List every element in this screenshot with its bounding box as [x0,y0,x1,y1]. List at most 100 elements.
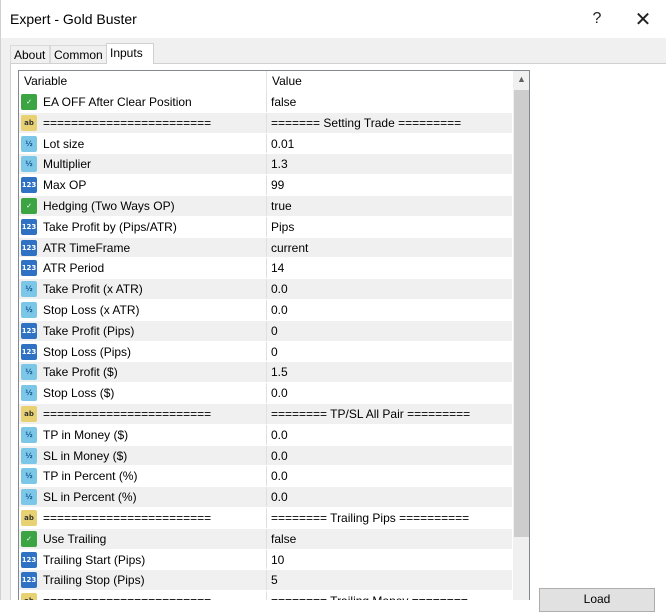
input-row[interactable]: ½ TP in Money ($) 0.0 [19,424,512,446]
value-text[interactable]: 0.0 [271,466,288,486]
input-row[interactable]: ½ SL in Money ($) 0.0 [19,445,512,467]
string-icon: ab [21,509,37,526]
double-icon: ½ [21,301,37,318]
value-cell[interactable]: 0.0 [267,446,512,466]
value-text[interactable]: ======= Setting Trade ========= [271,113,461,133]
input-row[interactable]: 123 Trailing Stop (Pips) 5 [19,570,512,592]
integer-icon: 123 [21,239,37,256]
value-cell[interactable]: false [267,92,512,112]
input-row[interactable]: ✓ Hedging (Two Ways OP) true [19,195,512,217]
input-row[interactable]: 123 Stop Loss (Pips) 0 [19,341,512,363]
value-text[interactable]: 1.3 [271,154,288,174]
input-row[interactable]: 123 Take Profit (Pips) 0 [19,320,512,342]
value-cell[interactable]: ======= Setting Trade ========= [267,113,512,133]
scrollbar-thumb[interactable] [514,90,529,537]
value-text[interactable]: 0.0 [271,487,288,507]
value-text[interactable]: 0.0 [271,279,288,299]
input-row[interactable]: 123 ATR Period 14 [19,258,512,280]
value-cell[interactable]: 0.0 [267,300,512,320]
value-cell[interactable]: 5 [267,570,512,590]
input-row[interactable]: ½ Multiplier 1.3 [19,154,512,176]
expert-properties-dialog: Expert - Gold Buster ? ✕ About Common In… [0,0,666,612]
variable-name: Take Profit by (Pips/ATR) [43,219,177,234]
input-row[interactable]: ½ Take Profit (x ATR) 0.0 [19,279,512,300]
value-text[interactable]: true [271,196,292,216]
value-text[interactable]: 0.01 [271,134,294,154]
value-text[interactable]: 0 [271,321,278,341]
input-row[interactable]: ½ Lot size 0.01 [19,133,512,155]
value-cell[interactable]: 0.0 [267,383,512,403]
value-text[interactable]: ======== Trailing Money ======== [271,591,468,600]
value-cell[interactable]: 0 [267,321,512,341]
tab-inputs[interactable]: Inputs [106,43,154,64]
variable-cell: 123 Max OP [19,175,267,195]
value-text[interactable]: 0.0 [271,383,288,403]
tab-common[interactable]: Common [50,45,113,63]
value-text[interactable]: false [271,529,296,549]
value-text[interactable]: 99 [271,175,284,195]
integer-icon: 123 [21,343,37,360]
input-row[interactable]: 123 Trailing Start (Pips) 10 [19,549,512,571]
variable-name: Stop Loss (x ATR) [43,302,140,317]
value-cell[interactable]: 10 [267,550,512,570]
tab-about[interactable]: About [10,45,50,63]
help-button[interactable]: ? [575,0,619,38]
value-text[interactable]: 0 [271,342,278,362]
value-cell[interactable]: current [267,238,512,258]
vertical-scrollbar[interactable]: ▲ [513,71,529,600]
double-icon: ½ [21,489,37,506]
value-text[interactable]: current [271,238,308,258]
input-row[interactable]: ab ======================== ======== TP/SL… [19,403,512,425]
column-header-value[interactable]: Value [267,71,512,92]
column-header-variable[interactable]: Variable [19,71,267,92]
input-row[interactable]: ½ SL in Percent (%) 0.0 [19,487,512,508]
value-cell[interactable]: ======== Trailing Pips ========== [267,508,512,528]
load-button[interactable]: Load [539,588,655,612]
input-row[interactable]: ½ TP in Percent (%) 0.0 [19,466,512,488]
input-row[interactable]: 123 ATR TimeFrame current [19,237,512,259]
value-text[interactable]: 0.0 [271,425,288,445]
value-text[interactable]: ======== Trailing Pips ========== [271,508,469,528]
value-text[interactable]: 14 [271,258,284,278]
input-row[interactable]: ½ Stop Loss (x ATR) 0.0 [19,299,512,321]
input-row[interactable]: 123 Max OP 99 [19,175,512,196]
double-icon: ½ [21,468,37,485]
input-row[interactable]: 123 Take Profit by (Pips/ATR) Pips [19,216,512,238]
input-row[interactable]: ab ======================== ======= Settin… [19,112,512,134]
input-row[interactable]: ab ======================== ======== Trail… [19,591,512,600]
value-text[interactable]: 5 [271,570,278,590]
double-icon: ½ [21,447,37,464]
close-button[interactable]: ✕ [621,0,665,38]
value-cell[interactable]: 1.5 [267,362,512,382]
value-cell[interactable]: 0.0 [267,487,512,507]
input-row[interactable]: ✓ EA OFF After Clear Position false [19,92,512,113]
value-text[interactable]: ======== TP/SL All Pair ========= [271,404,470,424]
value-text[interactable]: 0.0 [271,446,288,466]
value-cell[interactable]: ======== Trailing Money ======== [267,591,512,600]
input-row[interactable]: ½ Stop Loss ($) 0.0 [19,383,512,404]
scroll-up-arrow-icon[interactable]: ▲ [513,71,529,88]
variable-cell: ab ======================== [19,403,267,424]
value-cell[interactable]: Pips [267,217,512,237]
value-cell[interactable]: 1.3 [267,154,512,174]
variable-cell: ½ Multiplier [19,154,267,175]
input-row[interactable]: ½ Take Profit ($) 1.5 [19,362,512,384]
value-text[interactable]: 10 [271,550,284,570]
value-cell[interactable]: ======== TP/SL All Pair ========= [267,404,512,424]
value-cell[interactable]: 0 [267,342,512,362]
value-cell[interactable]: 0.0 [267,425,512,445]
value-cell[interactable]: 14 [267,258,512,278]
value-text[interactable]: 0.0 [271,300,288,320]
value-cell[interactable]: true [267,196,512,216]
input-row[interactable]: ab ======================== ======== Trail… [19,507,512,529]
boolean-icon: ✓ [21,197,37,214]
value-text[interactable]: false [271,92,296,112]
value-cell[interactable]: false [267,529,512,549]
value-cell[interactable]: 0.0 [267,279,512,299]
input-row[interactable]: ✓ Use Trailing false [19,528,512,550]
value-cell[interactable]: 99 [267,175,512,195]
value-text[interactable]: Pips [271,217,294,237]
value-text[interactable]: 1.5 [271,362,288,382]
value-cell[interactable]: 0.01 [267,134,512,154]
value-cell[interactable]: 0.0 [267,466,512,486]
